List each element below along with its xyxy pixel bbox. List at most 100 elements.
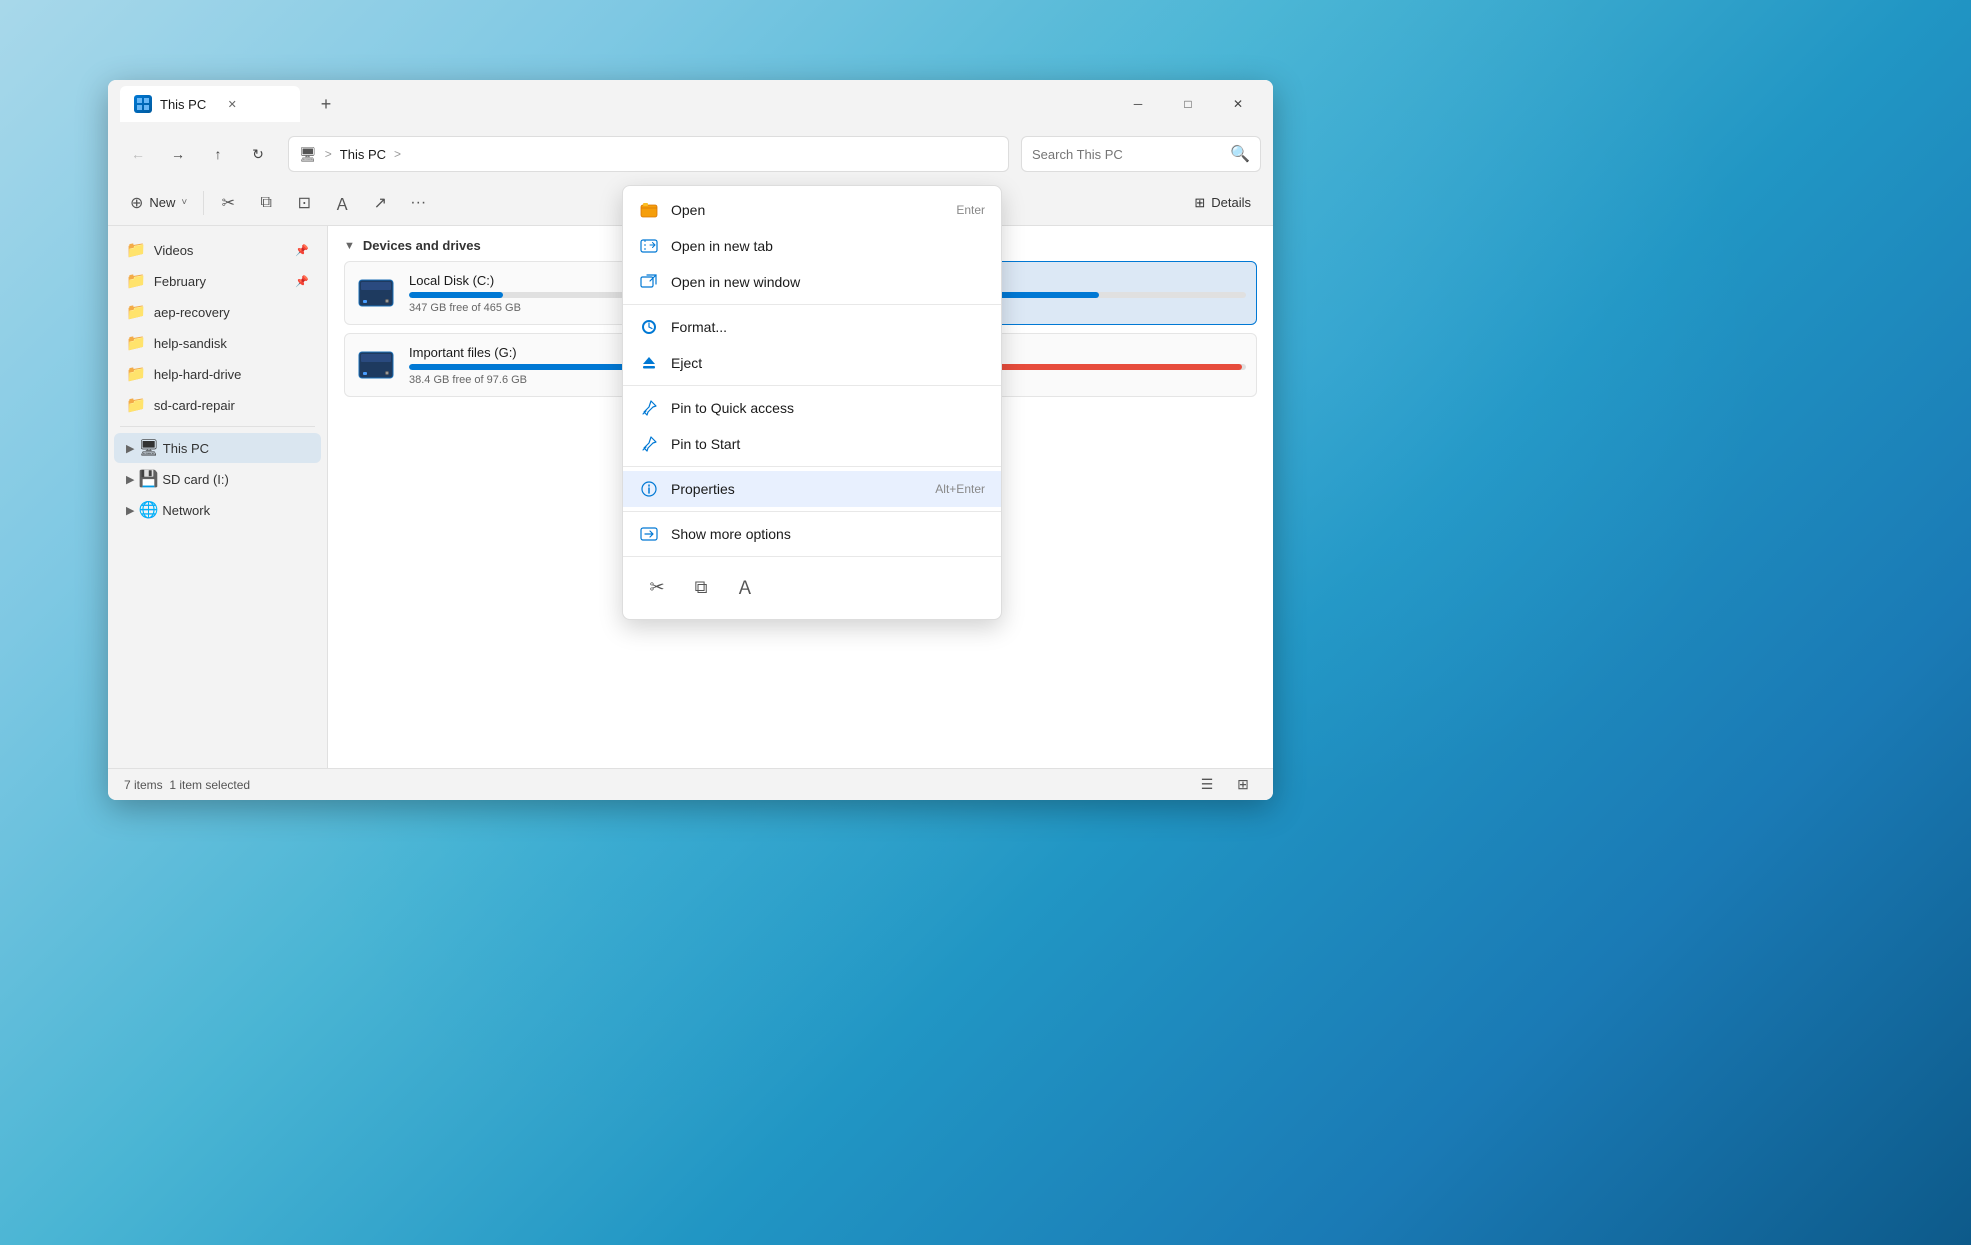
- tab-close-button[interactable]: ✕: [222, 94, 242, 114]
- ctx-divider-2: [623, 385, 1001, 386]
- sidebar-item-label: help-sandisk: [154, 336, 227, 351]
- ctx-open-new-window[interactable]: Open in new window: [623, 264, 1001, 300]
- ctx-properties-label: Properties: [671, 481, 923, 497]
- maximize-button[interactable]: □: [1165, 88, 1211, 120]
- sidebar-item-help-hard-drive[interactable]: 📁 help-hard-drive: [114, 359, 321, 389]
- sidebar-item-aep-recovery[interactable]: 📁 aep-recovery: [114, 297, 321, 327]
- status-bar: 7 items 1 item selected ☰ ⊞: [108, 768, 1273, 800]
- folder-icon: 📁: [126, 302, 146, 322]
- refresh-button[interactable]: ↻: [240, 136, 276, 172]
- section-chevron: ▼: [344, 240, 355, 252]
- sidebar: 📁 Videos 📌 📁 February 📌 📁 aep-recovery 📁…: [108, 226, 328, 768]
- ctx-divider-3: [623, 466, 1001, 467]
- this-pc-icon: 🖥: [138, 438, 158, 458]
- ctx-format[interactable]: Format...: [623, 309, 1001, 345]
- drive-g-bar-fill: [409, 364, 639, 370]
- sidebar-item-label: February: [154, 274, 206, 289]
- sidebar-item-label: Network: [162, 503, 210, 518]
- ctx-open-new-tab[interactable]: Open in new tab: [623, 228, 1001, 264]
- drive-hdd-icon-g: [355, 344, 397, 386]
- copy-button[interactable]: ⧉: [248, 185, 284, 221]
- network-icon: 🌐: [138, 500, 158, 520]
- sidebar-item-network[interactable]: ▶ 🌐 Network: [114, 495, 321, 525]
- back-button[interactable]: ←: [120, 136, 156, 172]
- ctx-pin-start-label: Pin to Start: [671, 436, 985, 452]
- properties-icon: [639, 479, 659, 499]
- ctx-cut-icon-btn[interactable]: ✂: [639, 569, 675, 605]
- ctx-open[interactable]: Open Enter: [623, 192, 1001, 228]
- pin-start-icon: [639, 434, 659, 454]
- details-button[interactable]: ⊞ Details: [1184, 189, 1261, 217]
- search-bar[interactable]: 🔍: [1021, 136, 1261, 172]
- sidebar-item-this-pc[interactable]: ▶ 🖥 This PC: [114, 433, 321, 463]
- address-bar-icon: 🖥: [299, 146, 317, 163]
- ctx-properties-shortcut: Alt+Enter: [935, 482, 985, 496]
- ctx-divider-4: [623, 511, 1001, 512]
- items-count: 7 items: [124, 778, 163, 792]
- window-controls: ─ □ ✕: [1115, 88, 1261, 120]
- folder-icon: 📁: [126, 364, 146, 384]
- ctx-divider-1: [623, 304, 1001, 305]
- details-label: Details: [1211, 195, 1251, 210]
- sidebar-item-sd-card[interactable]: ▶ 💾 SD card (I:): [114, 464, 321, 494]
- rename-button[interactable]: Ａ: [324, 185, 360, 221]
- paste-button[interactable]: ⊡: [286, 185, 322, 221]
- new-icon: ⊕: [130, 193, 143, 213]
- address-separator-1: >: [325, 147, 332, 161]
- expand-icon: ▶: [126, 442, 134, 455]
- up-button[interactable]: ↑: [200, 136, 236, 172]
- selected-count: 1 item selected: [169, 778, 250, 792]
- expand-icon: ▶: [126, 504, 134, 517]
- view-controls: ☰ ⊞: [1193, 771, 1257, 799]
- share-button[interactable]: ↗: [362, 185, 398, 221]
- more-button[interactable]: ···: [400, 185, 436, 221]
- search-input[interactable]: [1032, 147, 1224, 162]
- open-icon: [639, 200, 659, 220]
- format-icon: [639, 317, 659, 337]
- address-bar[interactable]: 🖥 > This PC >: [288, 136, 1009, 172]
- new-tab-button[interactable]: +: [310, 88, 342, 120]
- ctx-pin-start[interactable]: Pin to Start: [623, 426, 1001, 462]
- sidebar-item-february[interactable]: 📁 February 📌: [114, 266, 321, 296]
- active-tab[interactable]: This PC ✕: [120, 86, 300, 122]
- cut-button[interactable]: ✂: [210, 185, 246, 221]
- ctx-copy-icon-btn[interactable]: ⧉: [683, 569, 719, 605]
- ctx-pin-quick[interactable]: Pin to Quick access: [623, 390, 1001, 426]
- address-path: This PC: [340, 147, 386, 162]
- ctx-rename-icon-btn[interactable]: Ａ: [727, 569, 763, 605]
- sd-card-icon: 💾: [138, 469, 158, 489]
- context-menu: Open Enter Open in new tab Open in new w…: [622, 185, 1002, 620]
- pin-icon: 📌: [295, 275, 309, 288]
- ctx-open-label: Open: [671, 202, 944, 218]
- ctx-eject[interactable]: Eject: [623, 345, 1001, 381]
- tab-icon: [134, 95, 152, 113]
- ctx-bottom-icons: ✂ ⧉ Ａ: [623, 561, 1001, 613]
- new-tab-icon: [639, 236, 659, 256]
- ctx-format-label: Format...: [671, 319, 985, 335]
- details-icon: ⊞: [1194, 195, 1205, 211]
- sidebar-divider: [120, 426, 315, 427]
- ctx-show-more[interactable]: Show more options: [623, 516, 1001, 552]
- new-window-icon: [639, 272, 659, 292]
- folder-icon: 📁: [126, 271, 146, 291]
- close-button[interactable]: ✕: [1215, 88, 1261, 120]
- sidebar-item-videos[interactable]: 📁 Videos 📌: [114, 235, 321, 265]
- tab-title: This PC: [160, 97, 206, 112]
- minimize-button[interactable]: ─: [1115, 88, 1161, 120]
- ctx-show-more-label: Show more options: [671, 526, 985, 542]
- ctx-open-new-tab-label: Open in new tab: [671, 238, 985, 254]
- new-label: New: [149, 195, 175, 210]
- sidebar-item-label: aep-recovery: [154, 305, 230, 320]
- new-button[interactable]: ⊕ New ˅: [120, 187, 197, 219]
- toolbar: ← → ↑ ↻ 🖥 > This PC > 🔍: [108, 128, 1273, 180]
- forward-button[interactable]: →: [160, 136, 196, 172]
- grid-view-button[interactable]: ⊞: [1229, 771, 1257, 799]
- action-divider-1: [203, 191, 204, 215]
- sidebar-item-sd-card-repair[interactable]: 📁 sd-card-repair: [114, 390, 321, 420]
- sidebar-item-help-sandisk[interactable]: 📁 help-sandisk: [114, 328, 321, 358]
- search-icon: 🔍: [1230, 144, 1250, 164]
- ctx-properties[interactable]: Properties Alt+Enter: [623, 471, 1001, 507]
- list-view-button[interactable]: ☰: [1193, 771, 1221, 799]
- expand-icon: ▶: [126, 473, 134, 486]
- eject-icon: [639, 353, 659, 373]
